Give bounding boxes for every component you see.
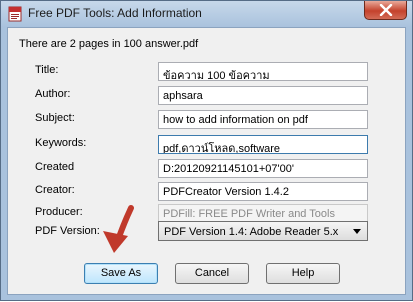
annotation-arrow bbox=[103, 205, 134, 253]
dialog-window: Free PDF Tools: Add Information There ar… bbox=[0, 0, 413, 301]
